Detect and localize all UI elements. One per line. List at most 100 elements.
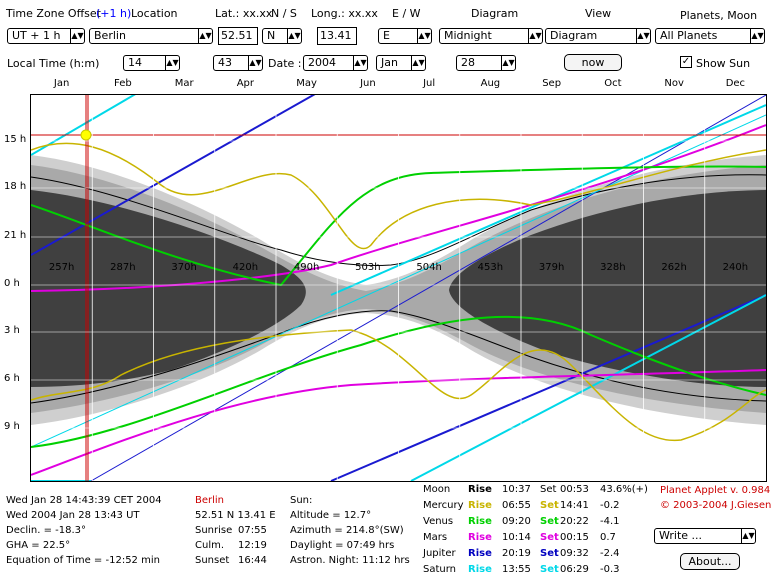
month-label-aug: Aug [480,78,501,89]
minute-select[interactable]: 43 ▲▼ [213,55,263,71]
day-value: 28 [461,56,475,69]
chevron-updown-icon: ▲▼ [501,56,515,70]
latitude-input[interactable]: 52.51 [218,27,258,45]
daylight: Daylight = 07:49 hrs [290,540,395,551]
rise-time: 09:20 [502,516,531,527]
sun-marker [80,129,92,141]
month-label-sep: Sep [542,78,562,89]
rise-time: 10:14 [502,532,531,543]
day-select[interactable]: 28 ▲▼ [456,55,516,71]
local-time-label: Local Time (h:m) [7,57,100,70]
hour-label: 18 h [4,181,27,192]
planet-name: Saturn [423,564,457,575]
set-label: Set [540,516,559,527]
view-label: View [585,7,612,20]
sun-altitude: Altitude = 12.7° [290,510,372,521]
planets-value: All Planets [660,29,718,42]
year-select[interactable]: 2004 ▲▼ [303,55,368,71]
chevron-updown-icon: ▲▼ [750,29,764,43]
chevron-updown-icon: ▲▼ [417,29,431,43]
set-time: 14:41 [560,500,589,511]
rise-time: 13:55 [502,564,531,575]
datetime-ut: Wed 2004 Jan 28 13:43 UT [6,510,140,521]
sun-label: Sun: [290,495,313,506]
declination: Declin. = -18.3° [6,525,87,536]
darkness-hours-label: 287h [110,262,135,273]
month-label-feb: Feb [114,78,132,89]
chevron-updown-icon: ▲▼ [528,29,542,43]
astron-night: Astron. Night: 11:12 hrs [290,555,410,566]
sunset-label: Sunset [195,555,230,566]
planets-select[interactable]: All Planets ▲▼ [655,28,765,44]
month-value: Jan [381,56,398,69]
ns-label: N / S [271,7,297,20]
sun-azimuth: Azimuth = 214.8°(SW) [290,525,404,536]
hour-select[interactable]: 14 ▲▼ [123,55,180,71]
view-value: Diagram [550,29,598,42]
rise-label: Rise [468,548,492,559]
ns-select[interactable]: N ▲▼ [262,28,302,44]
hour-label: 21 h [4,230,27,241]
timezone-select[interactable]: UT + 1 h ▲▼ [7,28,85,44]
month-label-jul: Jul [423,78,436,89]
planet-name: Jupiter [423,548,456,559]
planet-extra: -2.4 [600,548,620,559]
diagram-label: Diagram [471,7,519,20]
show-sun-checkbox[interactable]: ✓ [680,56,692,68]
location-select[interactable]: Berlin ▲▼ [89,28,213,44]
write-select[interactable]: Write ... ▲▼ [654,528,756,544]
rise-time: 06:55 [502,500,531,511]
planet-name: Venus [423,516,454,527]
month-label-nov: Nov [664,78,684,89]
set-label: Set [540,500,559,511]
chevron-updown-icon: ▲▼ [741,529,755,543]
hour-value: 14 [128,56,142,69]
set-time: 00:53 [560,484,589,495]
longitude-input[interactable]: 13.41 [317,27,357,45]
date-label: Date : [268,57,302,70]
month-label-jun: Jun [360,78,376,89]
ew-select[interactable]: E ▲▼ [378,28,432,44]
view-select[interactable]: Diagram ▲▼ [545,28,651,44]
set-time: 09:32 [560,548,589,559]
about-button[interactable]: About... [680,553,740,570]
chevron-updown-icon: ▲▼ [165,56,179,70]
gha: GHA = 22.5° [6,540,71,551]
month-label-jan: Jan [53,78,70,89]
set-label: Set [540,532,559,543]
set-time: 00:15 [560,532,589,543]
diagram-select[interactable]: Midnight ▲▼ [439,28,543,44]
darkness-hours-label: 503h [355,262,380,273]
lat-label: Lat.: xx.xx [215,7,273,20]
ew-label: E / W [392,7,421,20]
timezone-value: UT + 1 h [12,29,61,42]
darkness-hours-label: 328h [600,262,625,273]
coordinates: 52.51 N 13.41 E [195,510,276,521]
sunrise-time: 07:55 [238,525,267,536]
planet-name: Mercury [423,500,464,511]
hour-label: 0 h [4,278,20,289]
datetime-local: Wed Jan 28 14:43:39 CET 2004 [6,495,162,506]
planet-extra: -4.1 [600,516,620,527]
rise-label: Rise [468,516,492,527]
month-label-oct: Oct [604,78,622,89]
darkness-hours-label: 257h [49,262,74,273]
darkness-hours-label: 490h [294,262,319,273]
visibility-diagram[interactable]: 257h 287h 370h 420h 490h 503h 504h 453h 379h 328h… [30,94,767,482]
sunset-time: 16:44 [238,555,267,566]
planet-extra: 0.7 [600,532,616,543]
set-time: 20:22 [560,516,589,527]
chevron-updown-icon: ▲▼ [70,29,84,43]
planet-name: Mars [423,532,448,543]
darkness-hours-label: 379h [539,262,564,273]
darkness-hours-label: 370h [171,262,196,273]
location-value: Berlin [94,29,126,42]
planet-extra: -0.3 [600,564,620,575]
long-label: Long.: xx.xx [311,7,378,20]
version: Planet Applet v. 0.984 [660,485,771,496]
hour-label: 15 h [4,134,27,145]
city-name: Berlin [195,495,225,506]
now-button[interactable]: now [564,54,622,71]
month-select[interactable]: Jan ▲▼ [376,55,426,71]
month-label-dec: Dec [725,78,746,89]
